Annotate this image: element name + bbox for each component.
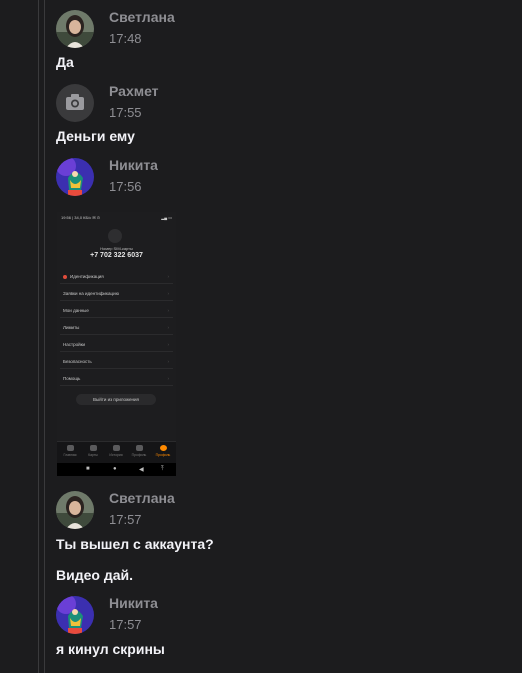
- sim-caption: Номер SIM-карты: [100, 246, 133, 251]
- profile-avatar: [108, 229, 122, 243]
- author-name[interactable]: Никита: [109, 157, 158, 173]
- message-time: 17:57: [109, 617, 142, 632]
- menu-row: Мои данные ›: [60, 303, 173, 318]
- menu-row: Безопасность ›: [60, 354, 173, 369]
- menu-row: Настройки ›: [60, 337, 173, 352]
- tab: Карты: [82, 445, 104, 457]
- image-attachment[interactable]: 19:56 | 34,0 КБ/с ✉ ⊙ ▂▄ ▭ Номер SIM-кар…: [57, 212, 176, 476]
- thread-divider-line-inner: [44, 0, 45, 673]
- message-time: 17:57: [109, 512, 142, 527]
- message-time: 17:55: [109, 105, 142, 120]
- thread-divider-line: [38, 0, 39, 673]
- avatar[interactable]: [56, 491, 94, 529]
- message-text: Видео дай.: [56, 567, 133, 583]
- menu-row: Лимиты ›: [60, 320, 173, 335]
- menu-row: Идентификация ›: [60, 269, 173, 284]
- message-text: Деньги ему: [56, 128, 135, 144]
- message-time: 17:56: [109, 179, 142, 194]
- tab-active: Профиль: [152, 445, 174, 457]
- system-nav-bar: ■ ● ◀ ⤒: [57, 463, 176, 476]
- tab: Профиль: [128, 445, 150, 457]
- message-time: 17:48: [109, 31, 142, 46]
- phone-number: +7 702 322 6037: [90, 252, 143, 259]
- author-name[interactable]: Светлана: [109, 490, 175, 506]
- warning-icon: [63, 274, 67, 279]
- menu-row: Заявки на идентификацию ›: [60, 286, 173, 301]
- tab-bar: Главная Карты История Профиль Профиль: [57, 441, 176, 463]
- tab: Главная: [59, 445, 81, 457]
- avatar[interactable]: [56, 10, 94, 48]
- message-text: Да: [56, 54, 74, 70]
- logout-button: Выйти из приложения: [76, 394, 156, 405]
- camera-icon: [66, 94, 84, 110]
- author-name[interactable]: Светлана: [109, 9, 175, 25]
- author-name[interactable]: Рахмет: [109, 83, 159, 99]
- avatar[interactable]: [56, 596, 94, 634]
- avatar[interactable]: [56, 84, 94, 122]
- message-text: я кинул скрины: [56, 641, 165, 657]
- menu-row: Помощь ›: [60, 371, 173, 386]
- tab: История: [105, 445, 127, 457]
- message-text: Ты вышел с аккаунта?: [56, 536, 214, 552]
- avatar[interactable]: [56, 158, 94, 196]
- author-name[interactable]: Никита: [109, 595, 158, 611]
- status-bar: 19:56 | 34,0 КБ/с ✉ ⊙ ▂▄ ▭: [61, 215, 172, 220]
